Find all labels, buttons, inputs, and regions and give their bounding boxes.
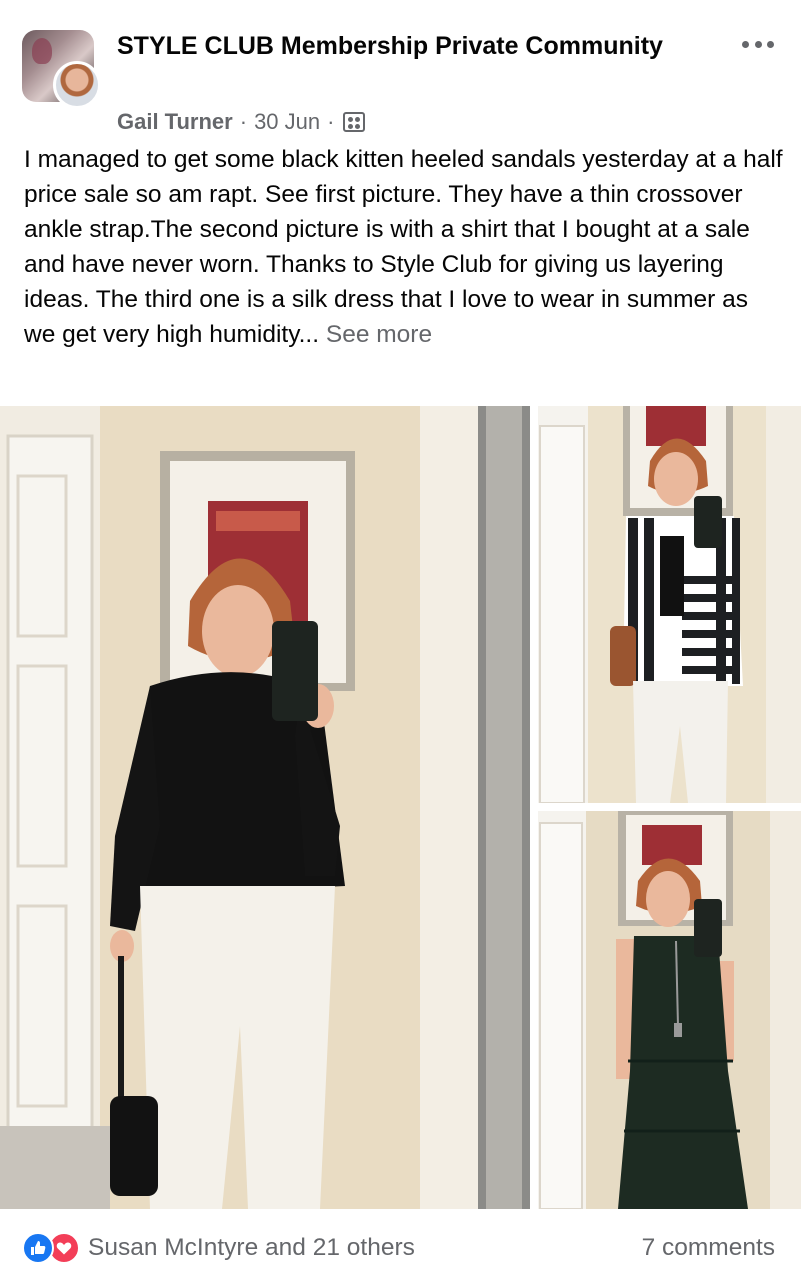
- ellipsis-icon: [767, 40, 774, 48]
- comments-count[interactable]: 7 comments: [642, 1234, 775, 1262]
- photo-2[interactable]: [538, 406, 801, 803]
- thumbs-up-icon: [22, 1232, 54, 1264]
- reactions-text: Susan McIntyre and 21 others: [88, 1234, 415, 1261]
- photo-1[interactable]: [0, 406, 530, 1209]
- post-footer: Susan McIntyre and 21 others 7 comments: [0, 1222, 801, 1274]
- meta-separator: ·: [327, 109, 335, 134]
- ellipsis-icon: [742, 40, 749, 48]
- photo-3[interactable]: [538, 811, 801, 1209]
- see-more-link[interactable]: See more: [326, 321, 432, 348]
- photo-black-top-white-pants: [0, 406, 530, 1209]
- post-meta: Gail Turner · 30 Jun ·: [117, 107, 366, 137]
- photo-green-dress: [538, 811, 801, 1209]
- author-name[interactable]: Gail Turner: [117, 109, 233, 135]
- ellipsis-icon: [754, 40, 762, 48]
- photo-striped-shirt: [538, 406, 801, 803]
- meta-separator: ·: [239, 109, 248, 134]
- post-text: I managed to get some black kitten heele…: [24, 146, 783, 348]
- reactions-summary[interactable]: Susan McIntyre and 21 others: [22, 1232, 415, 1264]
- post-date[interactable]: 30 Jun: [254, 109, 320, 135]
- post-header: STYLE CLUB Membership Private Community …: [0, 0, 801, 140]
- members-icon: [343, 112, 366, 132]
- post-body: I managed to get some black kitten heele…: [24, 142, 784, 352]
- photo-grid: [0, 406, 801, 1209]
- more-options-button[interactable]: [740, 30, 776, 58]
- avatar-group[interactable]: [22, 30, 102, 110]
- group-name[interactable]: STYLE CLUB Membership Private Community: [117, 27, 717, 65]
- author-avatar[interactable]: [53, 61, 101, 109]
